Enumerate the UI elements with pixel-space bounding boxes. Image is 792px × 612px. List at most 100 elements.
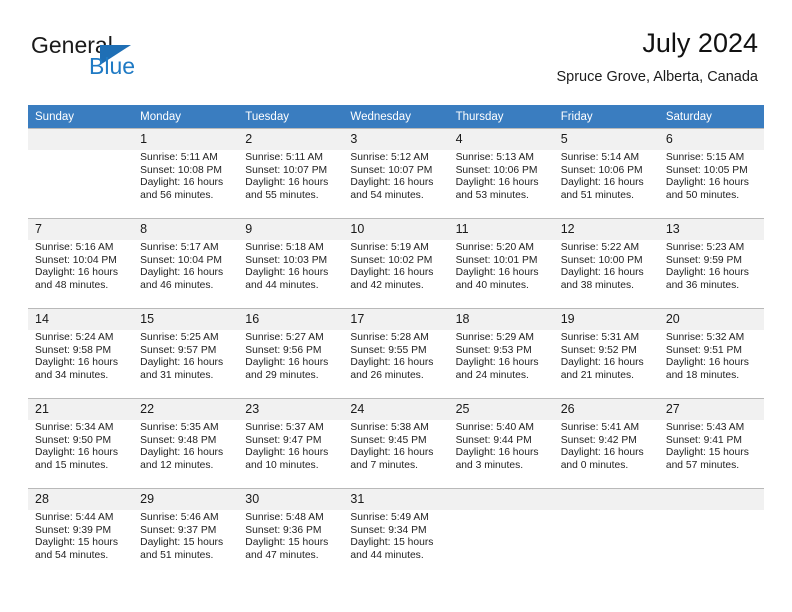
day-daylight-line2-text: and 3 minutes. xyxy=(455,459,524,471)
day-daylight-line1-text: Daylight: 16 hours xyxy=(350,447,434,459)
day-daylight-line2-text: and 29 minutes. xyxy=(245,369,319,381)
day-sunset-text: Sunset: 10:08 PM xyxy=(140,164,222,176)
calendar-day-cell-empty xyxy=(448,488,554,578)
day-number: 13 xyxy=(665,222,680,236)
day-number: 10 xyxy=(350,222,365,236)
calendar-day-cell[interactable]: 29 Sunrise: 5:46 AM Sunset: 9:37 PM Dayligh… xyxy=(133,488,239,578)
calendar-day-cell[interactable]: 30 Sunrise: 5:48 AM Sunset: 9:36 PM Dayligh… xyxy=(238,488,344,578)
calendar-day-cell[interactable]: 19 Sunrise: 5:31 AM Sunset: 9:52 PM Dayligh… xyxy=(553,308,659,398)
day-daylight-line1-text: Daylight: 16 hours xyxy=(665,267,749,279)
day-number xyxy=(35,129,126,130)
day-sunrise-text: Sunrise: 5:38 AM xyxy=(350,422,429,433)
calendar-day-cell[interactable]: 13 Sunrise: 5:23 AM Sunset: 9:59 PM Dayligh… xyxy=(658,218,764,308)
calendar-day-cell[interactable]: 12 Sunrise: 5:22 AM Sunset: 10:00 PM Daylig… xyxy=(553,218,659,308)
calendar-day-cell[interactable]: 20 Sunrise: 5:32 AM Sunset: 9:51 PM Dayligh… xyxy=(658,308,764,398)
day-sunset-text: Sunset: 10:07 PM xyxy=(245,164,328,176)
general-blue-logo[interactable]: General Blue xyxy=(28,32,228,88)
calendar-day-cell[interactable]: 7 Sunrise: 5:16 AM Sunset: 10:04 PM Dayligh… xyxy=(28,218,134,308)
day-daylight-line2-text: and 42 minutes. xyxy=(350,279,424,291)
day-daylight-line1-text: Daylight: 16 hours xyxy=(35,357,118,369)
calendar-day-cell[interactable]: 31 Sunrise: 5:49 AM Sunset: 9:34 PM Dayligh… xyxy=(343,488,449,578)
day-number: 14 xyxy=(35,312,49,326)
day-daylight-line1-text: Daylight: 16 hours xyxy=(140,177,224,189)
calendar-day-cell[interactable]: 25 Sunrise: 5:40 AM Sunset: 9:44 PM Dayligh… xyxy=(448,398,554,488)
day-sunrise-text: Sunrise: 5:15 AM xyxy=(665,152,745,163)
day-sunrise-text: Sunrise: 5:14 AM xyxy=(560,152,640,163)
day-daylight-line1-text: Daylight: 16 hours xyxy=(35,447,118,459)
day-number: 20 xyxy=(665,312,680,326)
day-sunset-text: Sunset: 10:04 PM xyxy=(35,254,117,266)
day-number: 23 xyxy=(245,402,260,416)
calendar-day-cell[interactable]: 6 Sunrise: 5:15 AM Sunset: 10:05 PM Dayligh… xyxy=(658,128,764,218)
day-sunrise-text: Sunrise: 5:25 AM xyxy=(140,332,219,343)
day-sunrise-text: Sunrise: 5:18 AM xyxy=(245,242,324,253)
day-daylight-line2-text: and 38 minutes. xyxy=(560,279,634,291)
day-sun-info: Sunrise: 5:25 AM Sunset: 9:57 PM Daylight:… xyxy=(140,329,231,382)
day-daylight-line1-text: Daylight: 15 hours xyxy=(35,537,118,549)
day-number: 29 xyxy=(140,492,155,506)
calendar-day-cell[interactable]: 10 Sunrise: 5:19 AM Sunset: 10:02 PM Daylig… xyxy=(343,218,449,308)
calendar-day-cell[interactable]: 23 Sunrise: 5:37 AM Sunset: 9:47 PM Dayligh… xyxy=(238,398,344,488)
day-sunrise-text: Sunrise: 5:44 AM xyxy=(35,512,114,523)
calendar-day-cell[interactable]: 1 Sunrise: 5:11 AM Sunset: 10:08 PM Dayligh… xyxy=(133,128,239,218)
calendar-day-cell[interactable]: 8 Sunrise: 5:17 AM Sunset: 10:04 PM Dayligh… xyxy=(133,218,239,308)
day-sunrise-text: Sunrise: 5:49 AM xyxy=(350,512,429,523)
day-number: 17 xyxy=(350,312,365,326)
calendar-day-cell[interactable]: 11 Sunrise: 5:20 AM Sunset: 10:01 PM Daylig… xyxy=(448,218,554,308)
calendar-day-cell[interactable]: 15 Sunrise: 5:25 AM Sunset: 9:57 PM Dayligh… xyxy=(133,308,239,398)
day-number: 8 xyxy=(140,222,148,236)
calendar-day-cell[interactable]: 26 Sunrise: 5:41 AM Sunset: 9:42 PM Dayligh… xyxy=(553,398,659,488)
calendar-day-cell[interactable]: 18 Sunrise: 5:29 AM Sunset: 9:53 PM Dayligh… xyxy=(448,308,554,398)
calendar-day-cell[interactable]: 4 Sunrise: 5:13 AM Sunset: 10:06 PM Dayligh… xyxy=(448,128,554,218)
day-daylight-line1-text: Daylight: 16 hours xyxy=(35,267,118,279)
day-sunrise-text: Sunrise: 5:12 AM xyxy=(350,152,429,163)
day-sunset-text: Sunset: 9:48 PM xyxy=(140,434,217,446)
calendar-day-cell[interactable]: 28 Sunrise: 5:44 AM Sunset: 9:39 PM Dayligh… xyxy=(28,488,134,578)
day-daylight-line1-text: Daylight: 16 hours xyxy=(350,177,434,189)
day-sun-info: Sunrise: 5:34 AM Sunset: 9:50 PM Daylight:… xyxy=(35,419,126,472)
day-sunset-text: Sunset: 9:59 PM xyxy=(665,254,742,266)
day-sun-info: Sunrise: 5:35 AM Sunset: 9:48 PM Daylight:… xyxy=(140,419,231,472)
day-daylight-line2-text: and 12 minutes. xyxy=(140,459,214,471)
page-header: General Blue July 2024 Spruce Grove, Alb… xyxy=(28,26,758,98)
calendar-day-cell[interactable]: 24 Sunrise: 5:38 AM Sunset: 9:45 PM Dayligh… xyxy=(343,398,449,488)
day-sunset-text: Sunset: 9:56 PM xyxy=(245,344,322,356)
calendar-page: General Blue July 2024 Spruce Grove, Alb… xyxy=(0,0,792,612)
calendar-day-cell[interactable]: 14 Sunrise: 5:24 AM Sunset: 9:58 PM Dayligh… xyxy=(28,308,134,398)
day-sunrise-text: Sunrise: 5:41 AM xyxy=(560,422,640,433)
day-sun-info: Sunrise: 5:14 AM Sunset: 10:06 PM Daylight… xyxy=(561,149,652,202)
day-daylight-line1-text: Daylight: 16 hours xyxy=(140,357,224,369)
day-number: 31 xyxy=(350,492,365,506)
day-sun-info: Sunrise: 5:32 AM Sunset: 9:51 PM Daylight:… xyxy=(666,329,757,382)
day-sun-info: Sunrise: 5:12 AM Sunset: 10:07 PM Daylight… xyxy=(350,149,441,202)
day-sunrise-text: Sunrise: 5:11 AM xyxy=(140,152,218,163)
calendar-day-cell[interactable]: 17 Sunrise: 5:28 AM Sunset: 9:55 PM Dayligh… xyxy=(343,308,449,398)
calendar-header-row: Sunday Monday Tuesday Wednesday Thursday Frid… xyxy=(28,105,764,128)
day-daylight-line2-text: and 54 minutes. xyxy=(35,549,109,561)
day-number-background xyxy=(553,489,659,510)
day-sun-info: Sunrise: 5:28 AM Sunset: 9:55 PM Daylight:… xyxy=(350,329,441,382)
day-number: 6 xyxy=(665,132,673,146)
day-sunset-text: Sunset: 9:34 PM xyxy=(350,524,427,536)
calendar-day-cell[interactable]: 5 Sunrise: 5:14 AM Sunset: 10:06 PM Dayligh… xyxy=(553,128,659,218)
calendar-day-cell[interactable]: 16 Sunrise: 5:27 AM Sunset: 9:56 PM Dayligh… xyxy=(238,308,344,398)
day-sun-info: Sunrise: 5:29 AM Sunset: 9:53 PM Daylight:… xyxy=(456,329,547,382)
day-number: 26 xyxy=(560,402,575,416)
day-sunrise-text: Sunrise: 5:37 AM xyxy=(245,422,324,433)
calendar-week-row: 1 Sunrise: 5:11 AM Sunset: 10:08 PM Dayligh… xyxy=(28,128,764,218)
calendar-day-cell[interactable]: 27 Sunrise: 5:43 AM Sunset: 9:41 PM Dayligh… xyxy=(658,398,764,488)
day-sun-info: Sunrise: 5:17 AM Sunset: 10:04 PM Daylight… xyxy=(140,239,231,292)
calendar-day-cell[interactable]: 21 Sunrise: 5:34 AM Sunset: 9:50 PM Dayligh… xyxy=(28,398,134,488)
day-sunset-text: Sunset: 9:47 PM xyxy=(245,434,322,446)
day-daylight-line2-text: and 51 minutes. xyxy=(140,549,214,561)
calendar-day-cell[interactable]: 22 Sunrise: 5:35 AM Sunset: 9:48 PM Dayligh… xyxy=(133,398,239,488)
page-title: July 2024 xyxy=(642,28,758,58)
calendar-day-cell[interactable]: 3 Sunrise: 5:12 AM Sunset: 10:07 PM Dayligh… xyxy=(343,128,449,218)
day-sunset-text: Sunset: 9:44 PM xyxy=(455,434,532,446)
day-daylight-line2-text: and 10 minutes. xyxy=(245,459,319,471)
day-sunset-text: Sunset: 10:07 PM xyxy=(350,164,433,176)
calendar-day-cell[interactable]: 9 Sunrise: 5:18 AM Sunset: 10:03 PM Dayligh… xyxy=(238,218,344,308)
day-daylight-line2-text: and 48 minutes. xyxy=(35,279,109,291)
calendar-day-cell[interactable]: 2 Sunrise: 5:11 AM Sunset: 10:07 PM Dayligh… xyxy=(238,128,344,218)
day-number: 30 xyxy=(245,492,260,506)
